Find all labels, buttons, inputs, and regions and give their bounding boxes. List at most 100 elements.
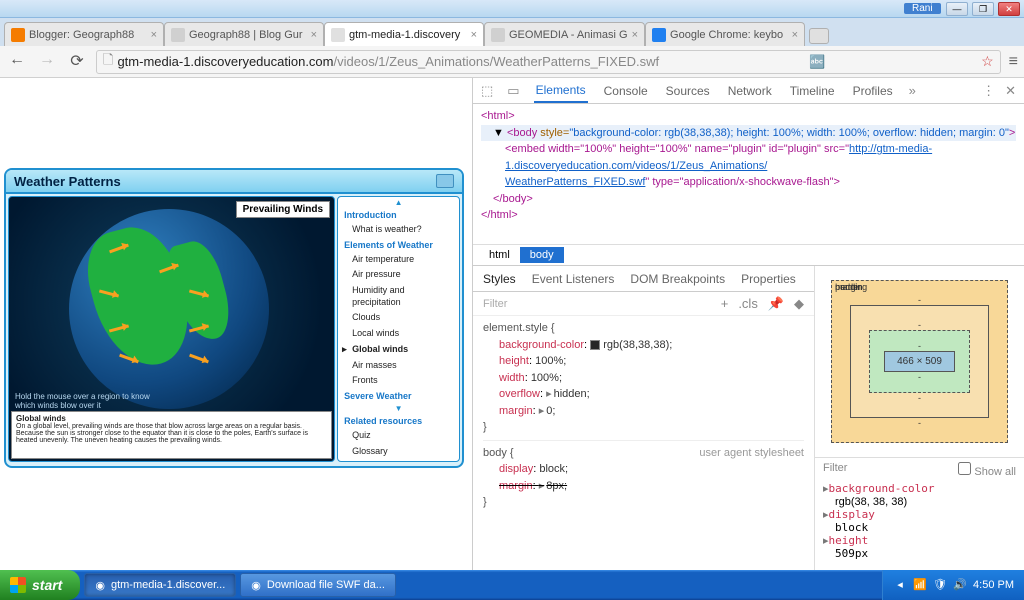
bookmark-star-icon[interactable]: ☆ bbox=[981, 53, 994, 70]
favicon-icon bbox=[171, 28, 185, 42]
translate-icon[interactable]: 🔤 bbox=[809, 54, 825, 70]
system-tray: ◂ 📶 🛡 🔊 4:50 PM bbox=[882, 570, 1024, 600]
body-tag-row[interactable]: ▼ <body style="background-color: rgb(38,… bbox=[481, 125, 1016, 142]
devtools-tab-sources[interactable]: Sources bbox=[664, 80, 712, 102]
menu-section-related[interactable]: Related resources bbox=[338, 414, 459, 428]
menu-item[interactable]: Humidity and precipitation bbox=[338, 283, 459, 310]
shield-icon[interactable]: 🛡 bbox=[933, 578, 947, 592]
tab-geograph88[interactable]: Geograph88 | Blog Gur× bbox=[164, 22, 324, 46]
devtools-tab-profiles[interactable]: Profiles bbox=[851, 80, 895, 102]
start-button[interactable]: start bbox=[0, 570, 80, 600]
taskbar-button-download[interactable]: ◉Download file SWF da... bbox=[240, 573, 396, 597]
embed-tag-row[interactable]: <embed width="100%" height="100%" name="… bbox=[481, 141, 1016, 191]
menu-item-selected[interactable]: Global winds bbox=[338, 342, 459, 358]
chrome-icon: ◉ bbox=[251, 579, 261, 592]
devtools-tab-timeline[interactable]: Timeline bbox=[788, 80, 837, 102]
url-path: /videos/1/Zeus_Animations/WeatherPattern… bbox=[334, 54, 660, 69]
show-all-toggle[interactable]: Show all bbox=[958, 462, 1016, 478]
menu-section-intro[interactable]: Introduction bbox=[338, 208, 459, 222]
subtab-properties[interactable]: Properties bbox=[741, 272, 796, 286]
devtools-tab-elements[interactable]: Elements bbox=[534, 79, 588, 103]
filter-input[interactable]: Filter bbox=[483, 298, 507, 310]
globe-overlay-label: Prevailing Winds bbox=[236, 201, 330, 218]
inspect-icon[interactable]: ⬚ bbox=[481, 83, 493, 99]
tab-geomedia[interactable]: GEOMEDIA - Animasi G× bbox=[484, 22, 645, 46]
url-input[interactable]: 🗋 gtm-media-1.discoveryeducation.com/vid… bbox=[96, 50, 1001, 74]
minimize-button[interactable]: — bbox=[946, 2, 968, 16]
css-selector: element.style { bbox=[483, 320, 804, 337]
menu-item[interactable]: What is weather? bbox=[338, 222, 459, 238]
subtab-styles[interactable]: Styles bbox=[483, 272, 516, 286]
menu-section-elements[interactable]: Elements of Weather bbox=[338, 238, 459, 252]
elements-tree[interactable]: <html> ▼ <body style="background-color: … bbox=[473, 104, 1024, 244]
subtab-event-listeners[interactable]: Event Listeners bbox=[532, 272, 615, 286]
widget-title: Weather Patterns bbox=[14, 174, 121, 189]
crumb-body[interactable]: body bbox=[520, 247, 564, 263]
devtools-menu-icon[interactable]: ⋮ bbox=[982, 83, 995, 99]
forward-button[interactable]: → bbox=[36, 51, 58, 73]
volume-icon[interactable]: 🔊 bbox=[953, 578, 967, 592]
close-icon[interactable]: × bbox=[632, 29, 638, 41]
windows-logo-icon bbox=[10, 577, 26, 593]
menu-item[interactable]: Local winds bbox=[338, 326, 459, 342]
network-icon[interactable]: 📶 bbox=[913, 578, 927, 592]
chrome-menu-button[interactable]: ≡ bbox=[1009, 53, 1018, 71]
hover-icon[interactable]: ◆ bbox=[794, 296, 804, 312]
maximize-button[interactable]: ❐ bbox=[972, 2, 994, 16]
menu-item[interactable]: Air temperature bbox=[338, 252, 459, 268]
menu-section-severe[interactable]: Severe Weather bbox=[338, 389, 459, 403]
device-icon[interactable]: ▭ bbox=[507, 83, 519, 99]
new-tab-button[interactable] bbox=[809, 28, 829, 44]
tab-chrome-keyboard[interactable]: Google Chrome: keybo × bbox=[645, 22, 805, 46]
css-rules[interactable]: element.style { background-color: rgb(38… bbox=[473, 316, 814, 580]
tab-label: Blogger: Geograph88 bbox=[29, 29, 134, 41]
clock[interactable]: 4:50 PM bbox=[973, 579, 1014, 591]
scroll-up-icon[interactable]: ▲ bbox=[338, 197, 459, 208]
tab-blogger[interactable]: Blogger: Geograph88 × bbox=[4, 22, 164, 46]
devtools-close-icon[interactable]: ✕ bbox=[1005, 83, 1016, 99]
close-icon[interactable]: × bbox=[311, 29, 317, 41]
weather-patterns-widget: Weather Patterns Prevailing Winds Hold bbox=[4, 168, 464, 468]
reload-button[interactable]: ⟳ bbox=[66, 51, 88, 73]
box-model[interactable]: margin- border- padding- 466 × 509 - - - bbox=[815, 266, 1024, 457]
close-icon[interactable]: × bbox=[151, 29, 157, 41]
crumb-html[interactable]: html bbox=[479, 247, 520, 263]
cls-toggle[interactable]: .cls bbox=[738, 296, 758, 312]
menu-item[interactable]: Clouds bbox=[338, 310, 459, 326]
scroll-down-icon[interactable]: ▼ bbox=[338, 403, 459, 414]
close-button[interactable]: ✕ bbox=[998, 2, 1020, 16]
subtab-dom-breakpoints[interactable]: DOM Breakpoints bbox=[630, 272, 725, 286]
page-viewport: Weather Patterns Prevailing Winds Hold bbox=[0, 78, 472, 580]
pin-icon[interactable]: 📌 bbox=[768, 296, 784, 312]
computed-styles: Filter Show all ▸background-color rgb(38… bbox=[815, 457, 1024, 580]
devtools-tab-console[interactable]: Console bbox=[602, 80, 650, 102]
back-button[interactable]: ← bbox=[6, 51, 28, 73]
new-rule-icon[interactable]: + bbox=[721, 296, 729, 312]
color-swatch[interactable] bbox=[590, 340, 600, 350]
more-tabs-icon[interactable]: » bbox=[909, 83, 916, 98]
tray-icon[interactable]: ◂ bbox=[893, 578, 907, 592]
computed-filter[interactable]: Filter bbox=[823, 462, 847, 478]
menu-item[interactable]: Air masses bbox=[338, 358, 459, 374]
html-tag: <html> bbox=[481, 110, 515, 122]
devtools-toolbar: ⬚ ▭ Elements Console Sources Network Tim… bbox=[473, 78, 1024, 104]
menu-item[interactable]: Fronts bbox=[338, 373, 459, 389]
body-end-tag: </body> bbox=[493, 193, 533, 205]
styles-subtabs: Styles Event Listeners DOM Breakpoints P… bbox=[473, 266, 814, 292]
menu-item[interactable]: Quiz bbox=[338, 428, 459, 444]
close-icon[interactable]: × bbox=[471, 29, 477, 41]
url-host: gtm-media-1.discoveryeducation.com bbox=[117, 54, 333, 69]
globe-description: Global winds On a global level, prevaili… bbox=[11, 411, 332, 459]
box-content-size: 466 × 509 bbox=[884, 351, 955, 372]
menu-item[interactable]: Glossary bbox=[338, 444, 459, 460]
show-all-checkbox[interactable] bbox=[958, 462, 971, 475]
devtools-tab-network[interactable]: Network bbox=[726, 80, 774, 102]
print-icon[interactable] bbox=[436, 174, 454, 188]
menu-item[interactable]: Air pressure bbox=[338, 267, 459, 283]
close-icon[interactable]: × bbox=[792, 29, 798, 41]
globe-canvas[interactable]: Prevailing Winds Hold the mouse over a r… bbox=[8, 196, 335, 462]
taskbar-button-chrome[interactable]: ◉gtm-media-1.discover... bbox=[84, 573, 236, 597]
tab-label: Google Chrome: keybo bbox=[670, 29, 783, 41]
tab-gtm-media[interactable]: gtm-media-1.discovery× bbox=[324, 22, 484, 46]
blogger-icon bbox=[11, 28, 25, 42]
